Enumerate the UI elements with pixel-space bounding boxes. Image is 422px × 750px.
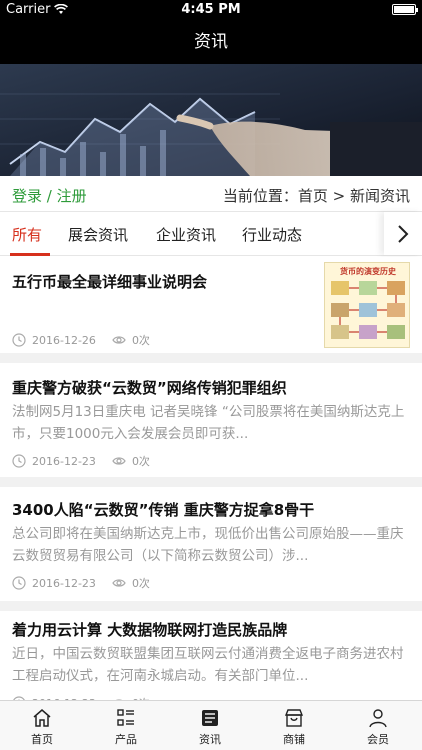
news-title[interactable]: 五行币最全最详细事业说明会 — [12, 271, 207, 292]
news-views-count: 0次 — [131, 334, 150, 347]
news-item[interactable]: 3400人陷“云数贸”传销 重庆警方捉拿8骨干 总公司即将在美国纳斯达克上市，现… — [0, 487, 422, 601]
nav-bar: 资讯 — [0, 20, 422, 64]
news-thumbnail[interactable]: 货币的演变历史 — [324, 262, 410, 348]
tab-company-news[interactable]: 企业资讯 — [156, 224, 216, 245]
tab-exhibition-news[interactable]: 展会资讯 — [68, 224, 128, 245]
bottom-tab-label: 产品 — [115, 733, 137, 746]
location-label: 当前位置： — [222, 187, 298, 205]
login-register: 登录 / 注册 — [12, 185, 87, 206]
news-views: 0次 — [112, 453, 150, 469]
bottom-tab-home[interactable]: 首页 — [0, 701, 84, 750]
news-title[interactable]: 重庆警方破获“云数贸”网络传销犯罪组织 — [12, 377, 287, 398]
banner-graphic — [0, 64, 422, 176]
page-title: 资讯 — [194, 32, 228, 52]
eye-icon — [112, 336, 126, 344]
list-icon — [117, 709, 134, 726]
user-icon — [369, 709, 387, 728]
news-date: 2016-12-26 — [32, 333, 96, 347]
active-tab-indicator — [10, 253, 50, 256]
register-link[interactable]: 注册 — [57, 187, 87, 205]
list-separator — [0, 353, 422, 363]
home-icon — [33, 709, 51, 727]
bottom-tab-products[interactable]: 产品 — [84, 701, 168, 750]
currency-history-illustration: 货币的演变历史 — [325, 263, 409, 347]
login-separator: / — [42, 187, 57, 205]
shop-icon — [284, 709, 304, 727]
clock-icon — [12, 333, 26, 347]
category-tabs: 所有 展会资讯 企业资讯 行业动态 — [0, 212, 422, 256]
battery-icon — [392, 4, 418, 15]
bottom-tab-label: 资讯 — [199, 733, 221, 746]
tabs-scroll-right-button[interactable] — [384, 212, 422, 255]
list-separator — [0, 477, 422, 487]
thumbnail-title: 货币的演变历史 — [339, 266, 397, 276]
banner-image[interactable] — [0, 64, 422, 176]
status-bar: Carrier 4:45 PM — [0, 0, 422, 20]
eye-icon — [112, 457, 126, 465]
clock-icon — [12, 454, 26, 468]
bottom-tab-label: 商铺 — [283, 733, 305, 746]
news-date: 2016-12-23 — [32, 576, 96, 590]
bottom-tab-member[interactable]: 会员 — [336, 701, 420, 750]
status-time: 4:45 PM — [181, 2, 241, 17]
news-views-count: 0次 — [131, 577, 150, 590]
news-icon — [202, 710, 218, 726]
news-summary: 法制网5月13日重庆电 记者吴晓锋 “公司股票将在美国纳斯达克上市，只要1000… — [12, 404, 405, 442]
login-link[interactable]: 登录 — [12, 187, 42, 205]
news-meta: 2016-12-23 0次 — [12, 575, 150, 591]
tab-all[interactable]: 所有 — [12, 224, 42, 245]
breadcrumb-separator: > — [327, 187, 350, 205]
tab-industry-news[interactable]: 行业动态 — [242, 224, 302, 245]
bottom-tab-news[interactable]: 资讯 — [168, 701, 252, 750]
news-meta: 2016-12-26 0次 — [12, 332, 150, 348]
news-views: 0次 — [112, 332, 150, 348]
news-title[interactable]: 着力用云计算 大数据物联网打造民族品牌 — [12, 619, 287, 640]
bottom-tab-label: 首页 — [31, 733, 53, 746]
news-views: 0次 — [112, 575, 150, 591]
breadcrumb: 当前位置：首页 > 新闻资讯 — [223, 185, 410, 206]
news-views-count: 0次 — [131, 455, 150, 468]
news-title[interactable]: 3400人陷“云数贸”传销 重庆警方捉拿8骨干 — [12, 499, 314, 520]
bottom-tab-label: 会员 — [367, 733, 389, 746]
bottom-tab-shop[interactable]: 商铺 — [252, 701, 336, 750]
news-meta: 2016-12-23 0次 — [12, 453, 150, 469]
news-item[interactable]: 重庆警方破获“云数贸”网络传销犯罪组织 法制网5月13日重庆电 记者吴晓锋 “公… — [0, 363, 422, 477]
news-item[interactable]: 五行币最全最详细事业说明会 2016-12-26 0次 货币的演变历史 — [0, 257, 422, 353]
news-date: 2016-12-23 — [32, 454, 96, 468]
news-summary: 近日，中国云数贸联盟集团互联网云付通消费全返电子商务进农村工程启动仪式，在河南永… — [12, 646, 404, 684]
chevron-right-icon — [398, 224, 409, 243]
news-summary: 总公司即将在美国纳斯达克上市，现低价出售公司原始股——重庆云数贸贸易有限公司（以… — [12, 526, 404, 564]
breadcrumb-current: 新闻资讯 — [349, 187, 410, 205]
bottom-tab-bar: 首页 产品 资讯 商铺 会员 — [0, 700, 422, 750]
eye-icon — [112, 579, 126, 587]
list-separator — [0, 601, 422, 611]
breadcrumb-home[interactable]: 首页 — [298, 187, 328, 205]
clock-icon — [12, 576, 26, 590]
login-breadcrumb-bar: 登录 / 注册 当前位置：首页 > 新闻资讯 — [0, 176, 422, 212]
